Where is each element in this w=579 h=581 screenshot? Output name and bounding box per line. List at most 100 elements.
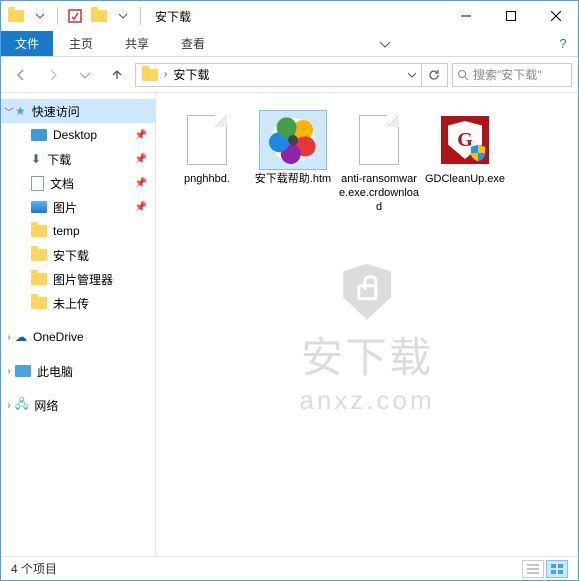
thispc-icon	[15, 365, 31, 377]
qat-folder-icon[interactable]	[5, 5, 27, 27]
pin-icon: 📌	[135, 130, 147, 141]
sidebar-onedrive[interactable]: › ☁ OneDrive	[1, 325, 155, 349]
folder-icon	[31, 225, 47, 237]
sidebar-item-label: 下载	[47, 151, 71, 168]
breadcrumb-folder[interactable]: 安下载	[169, 66, 213, 83]
search-icon	[457, 69, 469, 81]
qat-newfolder-icon[interactable]	[88, 5, 110, 27]
search-placeholder: 搜索"安下载"	[473, 66, 542, 83]
pictures-icon	[31, 201, 47, 213]
address-bar-row: › 安下载 搜索"安下载"	[1, 57, 578, 93]
sidebar-item-desktop[interactable]: Desktop 📌	[1, 123, 155, 147]
ribbon-tab-view[interactable]: 查看	[165, 31, 221, 56]
titlebar: 安下载	[1, 1, 578, 31]
desktop-icon	[31, 129, 47, 141]
sidebar-item-label: 图片管理器	[53, 271, 113, 288]
sidebar-item-label: 安下载	[53, 247, 89, 264]
file-thumb	[260, 111, 326, 169]
downloads-icon: ⬇	[31, 152, 41, 166]
sidebar-item-documents[interactable]: 文档 📌	[1, 171, 155, 195]
sidebar-item-picmgr[interactable]: 图片管理器	[1, 267, 155, 291]
sidebar-label: 快速访问	[32, 103, 80, 120]
file-item[interactable]: G GDCleanUp.exe	[422, 107, 508, 218]
file-item[interactable]: 安下载帮助.htm	[250, 107, 336, 218]
watermark: 安下载 anxz.com	[299, 264, 434, 416]
body: ﹀ ★ 快速访问 Desktop 📌 ⬇ 下载 📌 文档 📌 图片	[1, 93, 578, 556]
star-icon: ★	[15, 104, 26, 118]
window-title: 安下载	[149, 8, 443, 25]
onedrive-icon: ☁	[15, 330, 27, 344]
details-view-button[interactable]	[522, 560, 544, 578]
watermark-url: anxz.com	[299, 385, 434, 416]
maximize-button[interactable]	[488, 2, 533, 30]
nav-forward-button[interactable]	[39, 61, 67, 89]
file-grid: pnghhbd. 安下载帮助.htm	[164, 107, 570, 218]
expand-icon[interactable]: ›	[3, 400, 15, 411]
sidebar-item-anxz[interactable]: 安下载	[1, 243, 155, 267]
folder-icon	[31, 297, 47, 309]
breadcrumb-root[interactable]	[138, 69, 162, 81]
refresh-button[interactable]	[421, 64, 445, 86]
icons-view-button[interactable]	[546, 560, 568, 578]
ribbon-tab-file[interactable]: 文件	[1, 31, 53, 56]
sidebar-item-label: Desktop	[53, 128, 97, 142]
file-name: anti-ransomware.exe.crdownload	[338, 173, 420, 214]
watermark-text: 安下载	[299, 324, 434, 385]
file-thumb	[174, 111, 240, 169]
sidebar-thispc[interactable]: › 此电脑	[1, 359, 155, 383]
file-item[interactable]: pnghhbd.	[164, 107, 250, 218]
sidebar-item-pictures[interactable]: 图片 📌	[1, 195, 155, 219]
sidebar-item-label: temp	[53, 224, 80, 238]
qat-separator	[57, 7, 58, 25]
sidebar-label: OneDrive	[33, 330, 84, 344]
pinwheel-icon	[271, 118, 315, 162]
network-icon: 🖧	[15, 395, 28, 416]
file-view[interactable]: 安下载 anxz.com pnghhbd.	[156, 93, 578, 556]
nav-up-button[interactable]	[103, 61, 131, 89]
status-item-count: 4 个项目	[11, 560, 57, 577]
documents-icon	[31, 176, 44, 191]
sidebar-item-label: 未上传	[53, 295, 89, 312]
view-switcher	[522, 560, 568, 578]
file-item[interactable]: anti-ransomware.exe.crdownload	[336, 107, 422, 218]
close-button[interactable]	[533, 2, 578, 30]
address-bar[interactable]: › 安下载	[135, 63, 448, 87]
gdata-shield-icon: G	[441, 116, 489, 164]
file-name: pnghhbd.	[184, 173, 230, 187]
ribbon-tab-home[interactable]: 主页	[53, 31, 109, 56]
file-thumb: G	[432, 111, 498, 169]
chevron-right-icon[interactable]: ›	[162, 69, 169, 80]
explorer-window: 安下载 文件 主页 共享 查看 ? › 安下载 搜索"安下载"	[0, 0, 579, 581]
ribbon-tabs: 文件 主页 共享 查看 ?	[1, 31, 578, 57]
sidebar-network[interactable]: › 🖧 网络	[1, 393, 155, 417]
qat-properties-icon[interactable]	[64, 5, 86, 27]
pin-icon: 📌	[135, 178, 147, 189]
minimize-button[interactable]	[443, 2, 488, 30]
pin-icon: 📌	[135, 154, 147, 165]
ribbon-help-button[interactable]: ?	[548, 31, 578, 56]
search-input[interactable]: 搜索"安下载"	[452, 63, 572, 87]
file-name: GDCleanUp.exe	[425, 173, 505, 187]
nav-recent-dropdown[interactable]	[71, 61, 99, 89]
window-buttons	[443, 2, 578, 30]
qat-customize-icon[interactable]	[112, 5, 134, 27]
sidebar-quick-access[interactable]: ﹀ ★ 快速访问	[1, 99, 155, 123]
sidebar-item-temp[interactable]: temp	[1, 219, 155, 243]
nav-back-button[interactable]	[7, 61, 35, 89]
address-history-dropdown[interactable]	[403, 64, 421, 86]
expand-icon[interactable]: ›	[3, 332, 15, 343]
sidebar-label: 网络	[34, 397, 58, 414]
qat-dropdown-icon[interactable]	[29, 5, 51, 27]
qat-separator-2	[140, 7, 141, 25]
uac-shield-icon	[469, 144, 487, 162]
ribbon-expand-button[interactable]	[370, 31, 400, 56]
sidebar-item-unupload[interactable]: 未上传	[1, 291, 155, 315]
ribbon-tab-share[interactable]: 共享	[109, 31, 165, 56]
expand-icon[interactable]: ›	[3, 366, 15, 377]
expand-icon[interactable]: ﹀	[3, 104, 15, 119]
sidebar-item-downloads[interactable]: ⬇ 下载 📌	[1, 147, 155, 171]
status-bar: 4 个项目	[1, 556, 578, 580]
file-thumb	[346, 111, 412, 169]
navigation-pane[interactable]: ﹀ ★ 快速访问 Desktop 📌 ⬇ 下载 📌 文档 📌 图片	[1, 93, 156, 556]
file-name: 安下载帮助.htm	[255, 173, 331, 187]
